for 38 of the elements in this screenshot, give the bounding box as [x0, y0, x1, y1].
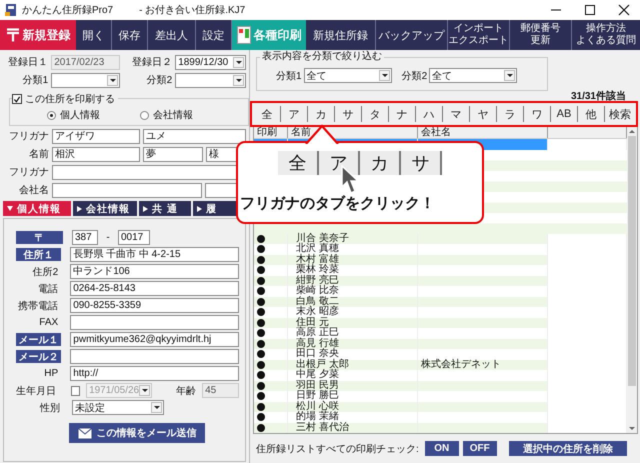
field-label: フリガナ: [8, 130, 49, 143]
name-cell: 松川 心咲: [288, 402, 418, 412]
field-label: HP: [43, 368, 58, 379]
group-title: 表示内容を分類で絞り込む: [260, 51, 384, 63]
field-label: 分類2: [146, 74, 172, 87]
bar-label: 住所録リストすべての印刷チェック:: [256, 442, 419, 456]
name-cell: 高見 行雄: [288, 338, 418, 349]
company-cell: 株式会社デネット: [418, 360, 548, 370]
name-cell: 住田 元: [288, 318, 418, 328]
name-cell: 紺野 亮巳: [288, 276, 418, 286]
field-label: フリガナ: [8, 166, 49, 179]
name-cell: 川合 美奈子: [288, 234, 418, 244]
field-label: 年齢: [176, 384, 196, 398]
field-label: 分類2: [402, 70, 428, 82]
checkbox-label: この住所を印刷する: [25, 92, 115, 106]
name-cell: 出根戸 太郎: [288, 360, 418, 370]
separator-text: -: [105, 232, 111, 243]
radio-label: 会社情報: [153, 108, 193, 122]
field-label: FAX: [38, 317, 58, 328]
field-label: 分類1: [22, 74, 48, 87]
field-label: 生年月日: [14, 384, 56, 398]
name-cell: 白鳥 敬二: [288, 296, 418, 307]
file-name: - お付き合い住所録.KJ7: [139, 4, 246, 17]
field-label: 住所2: [32, 266, 58, 278]
radio-label: 個人情報: [60, 108, 100, 122]
name-cell: 羽田 民男: [288, 380, 418, 391]
field-label: 会社名: [18, 184, 49, 197]
field-label: 携帯電話: [17, 300, 58, 312]
field-label: 登録日１: [7, 56, 48, 69]
result-count: 31/31件該当: [570, 91, 626, 102]
field-label: 名前: [28, 148, 49, 161]
field-label: 性別: [38, 402, 60, 414]
name-cell: 木村 富雄: [288, 254, 418, 265]
name-cell: 三村 喜代治: [288, 422, 418, 433]
window-title: かんたん住所録Pro7: [22, 4, 114, 17]
field-label: 分類1: [276, 70, 302, 82]
field-label: 登録日２: [131, 56, 172, 69]
field-label: 電話: [37, 282, 58, 296]
